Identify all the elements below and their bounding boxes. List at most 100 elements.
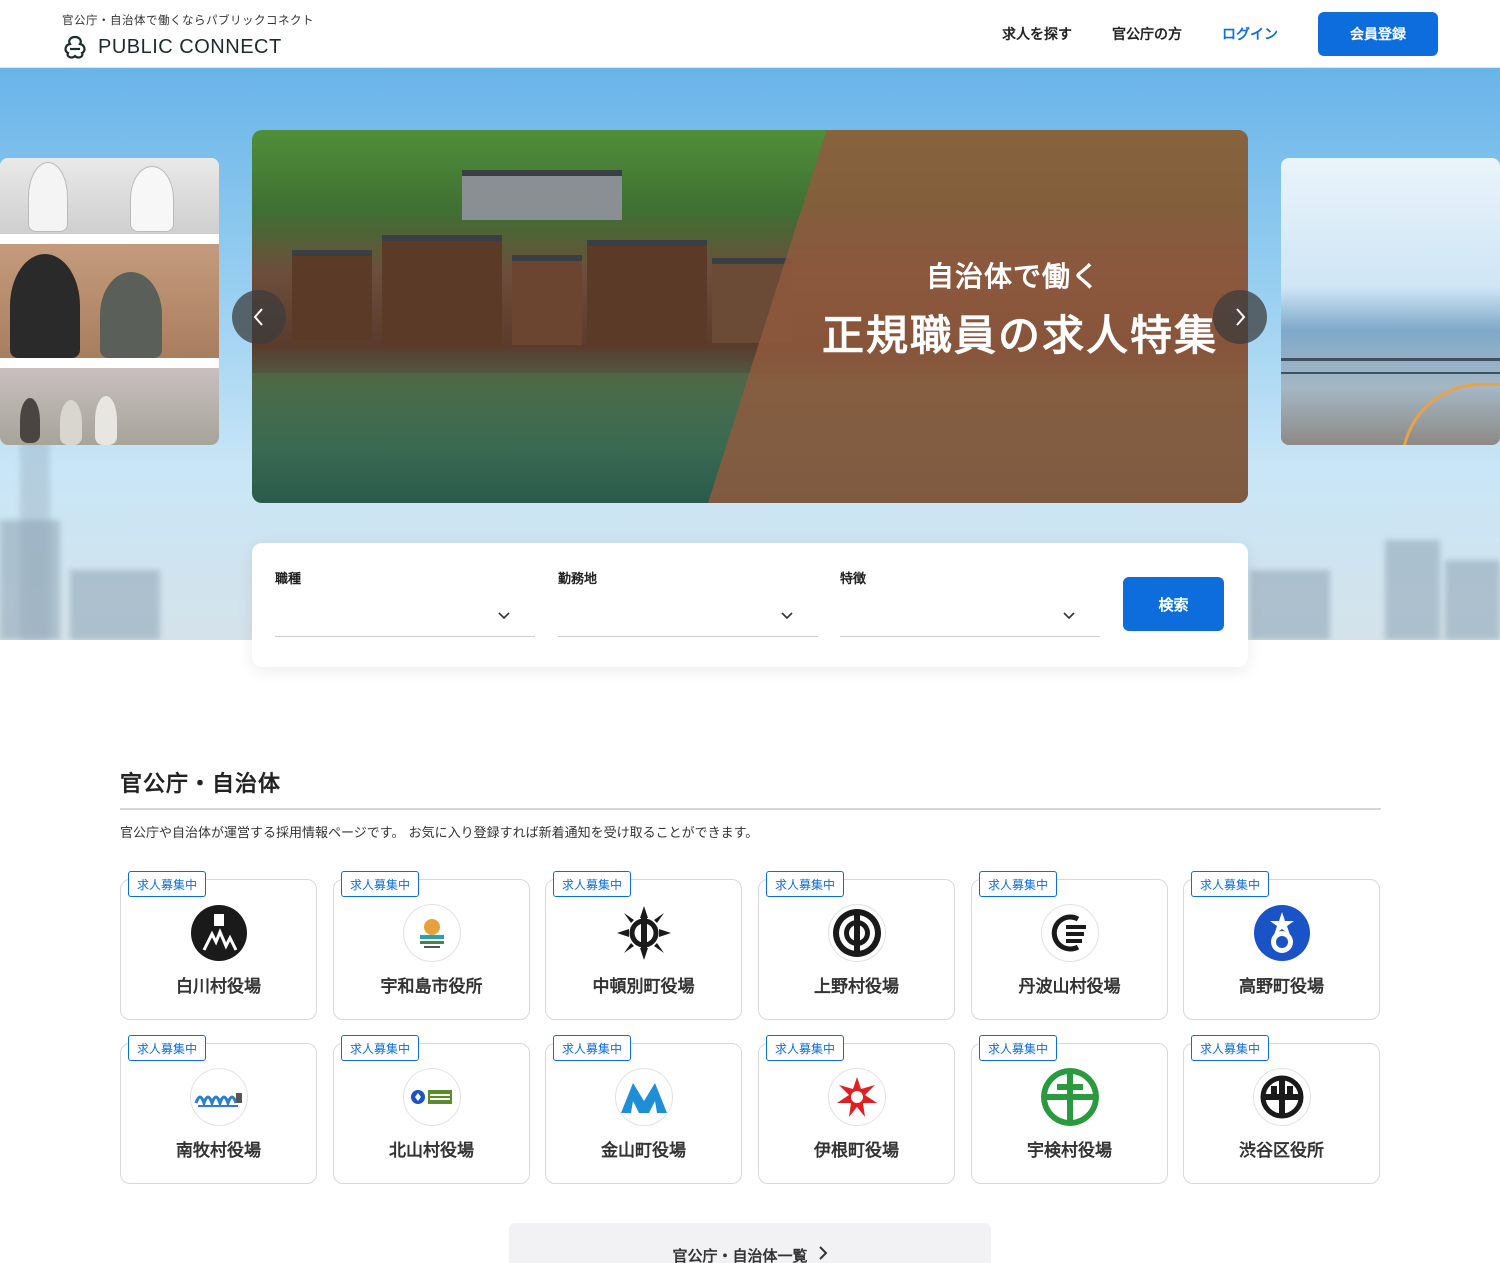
features-label: 特徴	[840, 572, 867, 587]
hiring-badge: 求人募集中	[766, 871, 845, 897]
banner-subtitle: 自治体で働く	[925, 260, 1100, 293]
org-card-shirakawa[interactable]: 求人募集中 白川村役場	[120, 871, 317, 1020]
brand[interactable]: 官公庁・自治体で働くならパブリックコネクト PUBLIC CONNECT	[62, 12, 314, 60]
hiring-badge: 求人募集中	[1191, 871, 1270, 897]
hiring-badge: 求人募集中	[128, 871, 207, 897]
org-card-uken[interactable]: 求人募集中 宇検村役場	[971, 1035, 1168, 1184]
org-name: 宇検村役場	[1027, 1141, 1112, 1161]
main-nav: 求人を探す 官公庁の方 ログイン 会員登録	[1002, 12, 1438, 56]
nakatonbetsu-emblem-icon	[615, 904, 673, 962]
org-card-koya[interactable]: 求人募集中 高野町役場	[1183, 871, 1380, 1020]
site-header: 官公庁・自治体で働くならパブリックコネクト PUBLIC CONNECT 求人を…	[0, 0, 1500, 68]
chevron-left-icon	[253, 308, 263, 326]
railing	[1281, 358, 1500, 374]
shirakawa-emblem-icon	[190, 904, 248, 962]
chevron-down-icon	[781, 612, 793, 620]
hiring-badge: 求人募集中	[341, 1035, 420, 1061]
search-button[interactable]: 検索	[1123, 577, 1224, 631]
person-figure	[100, 272, 162, 358]
skyline-building	[1250, 570, 1330, 640]
boathouse	[382, 235, 502, 345]
org-name: 北山村役場	[389, 1141, 474, 1161]
org-card-minamimaki[interactable]: 求人募集中 南牧村役場	[120, 1035, 317, 1184]
ueno-emblem-icon	[828, 904, 886, 962]
preview-photo-3	[0, 368, 219, 445]
org-card-kaneyama[interactable]: 求人募集中 金山町役場	[545, 1035, 742, 1184]
features-field: 特徴	[840, 568, 1100, 637]
org-name: 伊根町役場	[814, 1141, 899, 1161]
tagline: 官公庁・自治体で働くならパブリックコネクト	[62, 13, 314, 27]
hiring-badge: 求人募集中	[341, 871, 420, 897]
location-field: 勤務地	[558, 568, 818, 637]
org-card-nakatonbetsu[interactable]: 求人募集中 中頓別町役場	[545, 871, 742, 1020]
section-description: 官公庁や自治体が運営する採用情報ページです。 お気に入り登録すれば新着通知を受け…	[120, 826, 759, 841]
person-figure	[20, 398, 40, 443]
hiring-badge: 求人募集中	[553, 871, 632, 897]
org-card-shibuya[interactable]: 求人募集中 渋谷区役所	[1183, 1035, 1380, 1184]
org-card-ine[interactable]: 求人募集中 伊根町役場	[758, 1035, 955, 1184]
hero-banner[interactable]: 自治体で働く 正規職員の求人特集	[252, 130, 1248, 503]
person-figure	[130, 166, 174, 232]
location-select[interactable]	[558, 599, 818, 637]
org-card-tabayama[interactable]: 求人募集中 丹波山村役場	[971, 871, 1168, 1020]
org-name: 上野村役場	[814, 977, 899, 997]
register-button[interactable]: 会員登録	[1318, 12, 1438, 56]
kitayama-emblem-icon	[403, 1068, 461, 1126]
ine-emblem-icon	[828, 1068, 886, 1126]
prev-slide-preview[interactable]	[0, 158, 219, 445]
job-type-field: 職種	[275, 568, 535, 637]
job-search-form: 職種 勤務地 特徴 検索	[252, 543, 1248, 667]
road-line	[1401, 383, 1500, 445]
org-name: 高野町役場	[1239, 977, 1324, 997]
preview-photo-2	[0, 244, 219, 358]
tabayama-emblem-icon	[1041, 904, 1099, 962]
nav-login[interactable]: ログイン	[1222, 24, 1278, 44]
location-label: 勤務地	[558, 572, 598, 587]
chevron-right-icon	[1236, 308, 1246, 326]
view-all-organizations-button[interactable]: 官公庁・自治体一覧	[509, 1223, 991, 1263]
shibuya-emblem-icon	[1253, 1068, 1311, 1126]
boathouse	[292, 250, 372, 340]
org-name: 渋谷区役所	[1239, 1141, 1324, 1161]
person-figure	[28, 162, 68, 232]
job-type-select[interactable]	[275, 599, 535, 637]
org-card-uwajima[interactable]: 求人募集中 宇和島市役所	[333, 871, 530, 1020]
section-title: 官公庁・自治体	[120, 772, 282, 797]
view-all-label: 官公庁・自治体一覧	[672, 1247, 808, 1263]
temple	[462, 170, 622, 220]
hiring-badge: 求人募集中	[553, 1035, 632, 1061]
hiring-badge: 求人募集中	[979, 871, 1058, 897]
org-card-ueno[interactable]: 求人募集中 上野村役場	[758, 871, 955, 1020]
carousel-next-button[interactable]	[1213, 290, 1267, 344]
logo-text: PUBLIC CONNECT	[98, 35, 282, 58]
preview-photo-1	[0, 158, 219, 234]
boathouse	[512, 255, 582, 345]
skyline-building	[1385, 540, 1440, 640]
nav-find-jobs[interactable]: 求人を探す	[1002, 24, 1072, 44]
job-type-label: 職種	[275, 572, 302, 587]
banner-title: 正規職員の求人特集	[821, 311, 1218, 360]
minamimaki-emblem-icon	[190, 1068, 248, 1126]
org-name: 丹波山村役場	[1018, 977, 1121, 997]
chevron-down-icon	[1063, 612, 1075, 620]
org-name: 宇和島市役所	[380, 977, 483, 997]
nav-for-government[interactable]: 官公庁の方	[1112, 24, 1182, 44]
hiring-badge: 求人募集中	[1191, 1035, 1270, 1061]
person-figure	[60, 400, 82, 445]
skyline-building	[1445, 560, 1500, 640]
org-name: 白川村役場	[176, 977, 261, 997]
person-figure	[10, 254, 80, 358]
public-connect-logo-icon	[64, 35, 86, 59]
org-card-kitayama[interactable]: 求人募集中 北山村役場	[333, 1035, 530, 1184]
hiring-badge: 求人募集中	[979, 1035, 1058, 1061]
chevron-down-icon	[498, 612, 510, 620]
chevron-right-icon	[818, 1246, 827, 1260]
next-slide-preview[interactable]	[1281, 158, 1500, 445]
koya-emblem-icon	[1253, 904, 1311, 962]
org-name: 中頓別町役場	[592, 977, 695, 997]
carousel-prev-button[interactable]	[232, 290, 286, 344]
hiring-badge: 求人募集中	[766, 1035, 845, 1061]
section-divider	[120, 808, 1381, 810]
features-select[interactable]	[840, 599, 1100, 637]
skyline-building	[70, 570, 160, 640]
